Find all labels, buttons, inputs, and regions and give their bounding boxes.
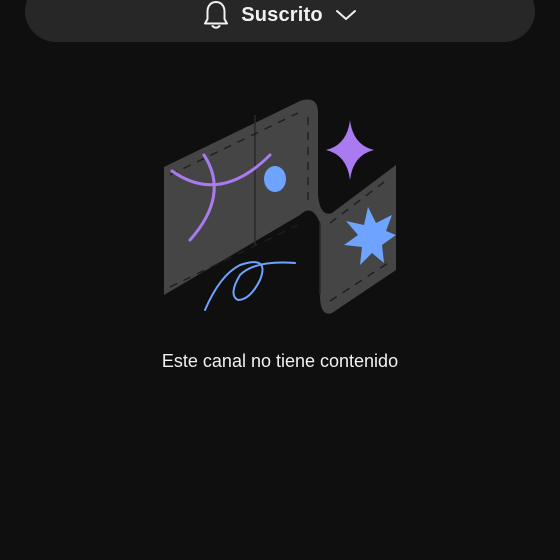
subscribed-button[interactable]: Suscrito bbox=[25, 0, 535, 42]
empty-state-message: Este canal no tiene contenido bbox=[161, 351, 399, 371]
subscribed-button-content: Suscrito bbox=[203, 0, 357, 30]
bell-icon bbox=[203, 0, 229, 30]
chevron-down-icon bbox=[335, 8, 357, 22]
page: Suscrito Este canal no tiene contenido bbox=[0, 0, 560, 560]
empty-channel-illustration bbox=[160, 95, 405, 320]
subscribed-label: Suscrito bbox=[241, 3, 323, 26]
